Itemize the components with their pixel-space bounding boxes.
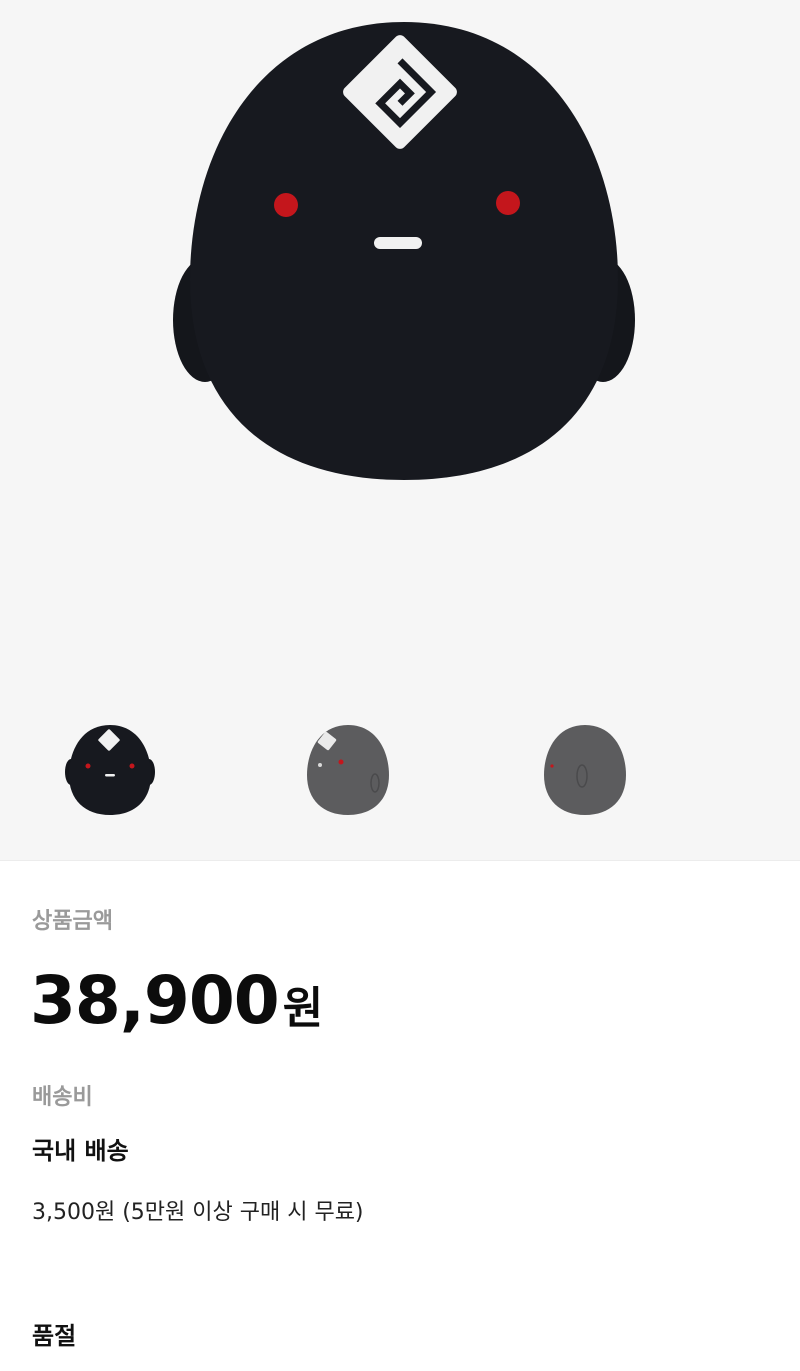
price-label: 상품금액 (32, 909, 113, 934)
price-value: 38,900 (30, 962, 280, 1039)
thumbnail-side[interactable] (530, 710, 640, 820)
price-unit: 원 (282, 983, 323, 1034)
thumbnail-front[interactable] (55, 710, 165, 820)
shipping-fee-text: 3,500원 (5만원 이상 구매 시 무료) (32, 1200, 364, 1225)
shipping-fee-label: 배송비 (32, 1085, 93, 1110)
thumbnail-list (0, 700, 800, 830)
product-main-image (0, 0, 800, 640)
product-gallery (0, 0, 800, 861)
shipping-type: 국내 배송 (32, 1137, 129, 1165)
price: 38,900원 (30, 961, 323, 1049)
thumbnail-angle[interactable] (293, 710, 403, 820)
sold-out-status: 품절 (32, 1322, 77, 1350)
